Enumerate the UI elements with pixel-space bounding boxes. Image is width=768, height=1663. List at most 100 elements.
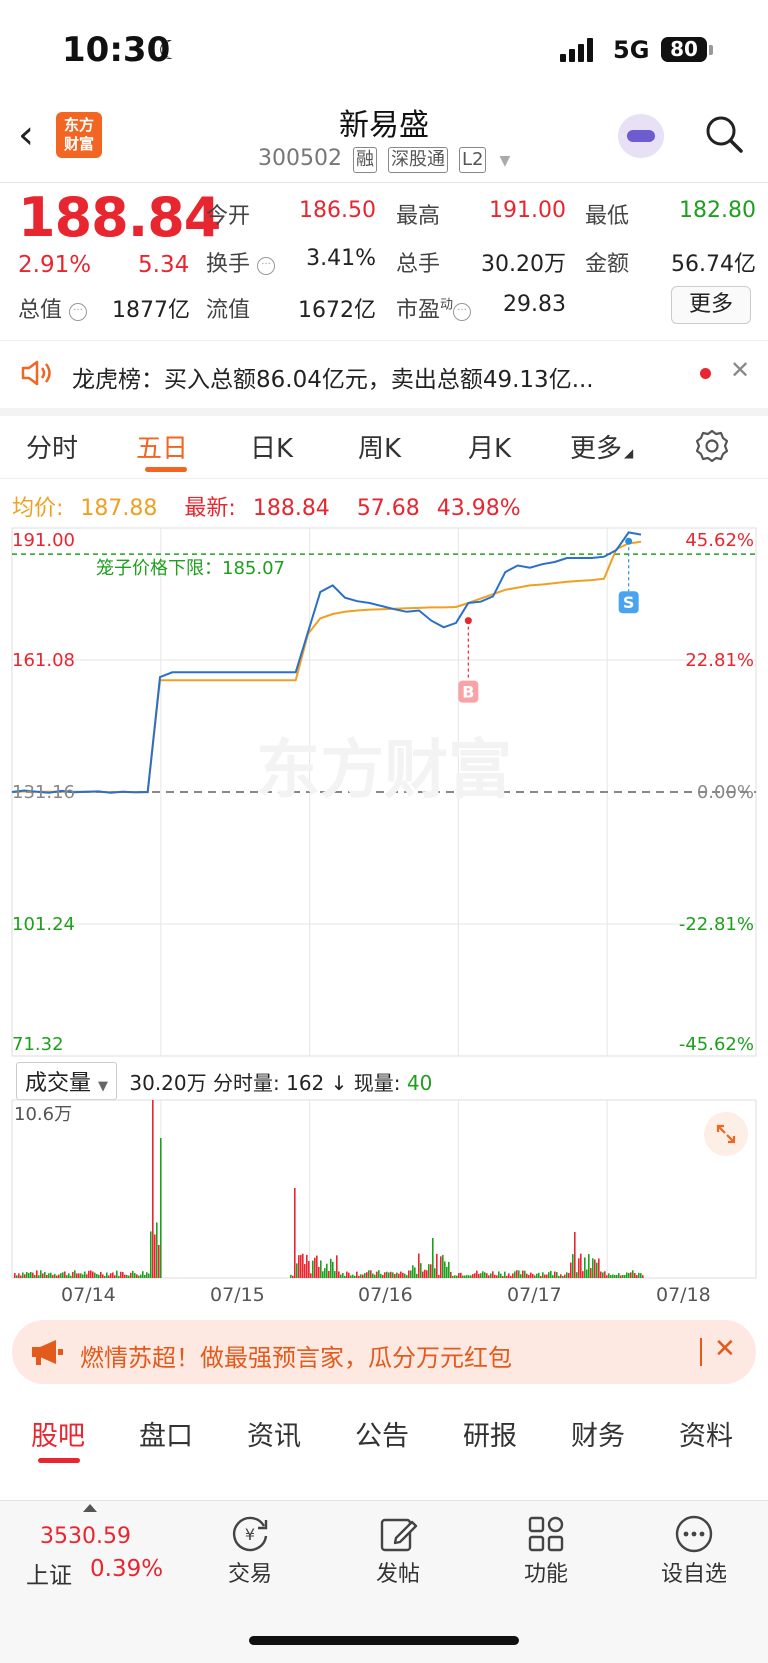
volume-bar [44,1271,46,1278]
volume-bar [356,1271,358,1278]
promo-text[interactable]: 燃情苏超！做最强预言家，瓜分万元红包 [80,1338,512,1373]
tab-daily-k[interactable]: 日K [250,428,293,465]
tabbar-item-trade[interactable]: 交易 [190,1556,310,1588]
tab-research[interactable]: 研报 [463,1414,517,1453]
volume-bar [474,1273,476,1278]
volume-bar [608,1273,610,1278]
volume-bar [46,1274,48,1278]
tabbar-item-add-watchlist[interactable]: 设自选 [634,1556,754,1588]
post-icon[interactable] [376,1512,420,1556]
tab-monthly-k[interactable]: 月K [468,428,511,465]
volume-bar [72,1271,74,1278]
volume-bar [634,1272,636,1278]
volume-bar [422,1271,424,1278]
volume-bar [148,1273,150,1278]
volume-bar [520,1274,522,1278]
stock-code-row[interactable]: 300502 融 深股通 L2 ▼ [258,146,510,173]
y-tick-right: -22.81% [679,914,754,935]
info-icon[interactable]: ··· [453,303,472,321]
amount-label: 金额 [585,252,630,277]
volume-bar [454,1275,456,1278]
volume-bar [468,1275,470,1278]
volume-bar [380,1273,382,1278]
gear-icon[interactable] [694,428,730,464]
float-cap-value: 1672亿 [298,298,376,323]
volume-bar [372,1273,374,1278]
grid-icon[interactable] [524,1512,568,1556]
more-button[interactable]: 更多 [671,286,751,324]
status-time: 10:30 [62,30,171,70]
volume-bar [418,1253,420,1278]
tab-finance[interactable]: 财务 [571,1414,625,1453]
volume-bar [458,1273,460,1278]
volume-bar [346,1271,348,1278]
volume-bar [552,1275,554,1278]
close-icon[interactable]: ✕ [714,1334,736,1364]
volume-bar [360,1274,362,1278]
tab-intraday[interactable]: 分时 [26,428,78,465]
price-chart[interactable]: 笼子价格下限：185.07 东方财富 B S 191.00 161.08 131.16 101… [0,520,768,1060]
volume-bar [294,1188,296,1278]
volume-bar [620,1275,622,1278]
tab-guba[interactable]: 股吧 [31,1414,85,1453]
volume-bar [430,1264,432,1278]
volume-bar [582,1271,584,1278]
volume-bar [110,1273,112,1278]
tab-announcements[interactable]: 公告 [355,1414,409,1453]
close-icon[interactable]: ✕ [730,356,750,384]
tab-profile[interactable]: 资料 [679,1414,733,1453]
tab-pankou[interactable]: 盘口 [139,1414,193,1453]
volume-bar [414,1267,416,1278]
volume-bar [540,1275,542,1278]
volume-bar [438,1274,440,1278]
volume-bar [70,1275,72,1278]
change-percent: 2.91% [18,252,92,278]
volume-bar [94,1272,96,1278]
volume-bar [160,1138,162,1278]
volume-bar [462,1275,464,1278]
search-icon[interactable] [704,114,744,154]
low-value: 182.80 [679,198,756,223]
volume-bar [144,1275,146,1278]
tab-weekly-k[interactable]: 周K [358,428,401,465]
volume-bar [124,1274,126,1278]
pe-label: 市盈动 ··· [396,292,472,324]
tag-level2: L2 [458,147,487,173]
volume-bar [494,1274,496,1278]
volume-bar [30,1271,32,1278]
volume-bar [488,1275,490,1278]
amount-value: 56.74亿 [671,252,756,277]
period-change: 57.68 [356,496,420,521]
tab-more[interactable]: 更多 ◢ [570,428,633,465]
tabbar-item-post[interactable]: 发帖 [338,1556,458,1588]
index-name[interactable]: 上证 [26,1556,72,1590]
volume-chart[interactable]: 10.6万 [0,1094,768,1284]
index-change-pct[interactable]: 0.39% [90,1556,163,1582]
volume-bar [546,1274,548,1278]
trade-icon[interactable]: ¥ [228,1512,272,1556]
current-volume: 40 [406,1071,433,1095]
up-arrow-icon[interactable] [83,1504,97,1512]
info-icon[interactable]: ··· [257,257,276,275]
volume-bar [342,1272,344,1278]
volume-bar [364,1273,366,1278]
volume-bar [318,1266,320,1278]
volume-bar [58,1274,60,1278]
info-icon[interactable]: ··· [69,303,88,321]
volume-bar [436,1253,438,1278]
expand-icon[interactable] [704,1112,748,1156]
volume-bar [326,1263,328,1278]
news-text[interactable]: 龙虎榜：买入总额86.04亿元，卖出总额49.13亿... [72,360,662,394]
date-label: 07/18 [656,1284,711,1306]
volume-bar [444,1261,446,1278]
tabbar-item-functions[interactable]: 功能 [486,1556,606,1588]
index-value[interactable]: 3530.59 [40,1524,131,1549]
volume-bar [500,1273,502,1278]
volume-bar [300,1255,302,1278]
more-icon[interactable] [672,1512,716,1556]
volume-bar [114,1275,116,1278]
robot-assistant-icon[interactable] [618,114,664,158]
volume-bar [560,1274,562,1278]
tab-five-day[interactable]: 五日 [136,428,188,465]
tab-news[interactable]: 资讯 [247,1414,301,1453]
